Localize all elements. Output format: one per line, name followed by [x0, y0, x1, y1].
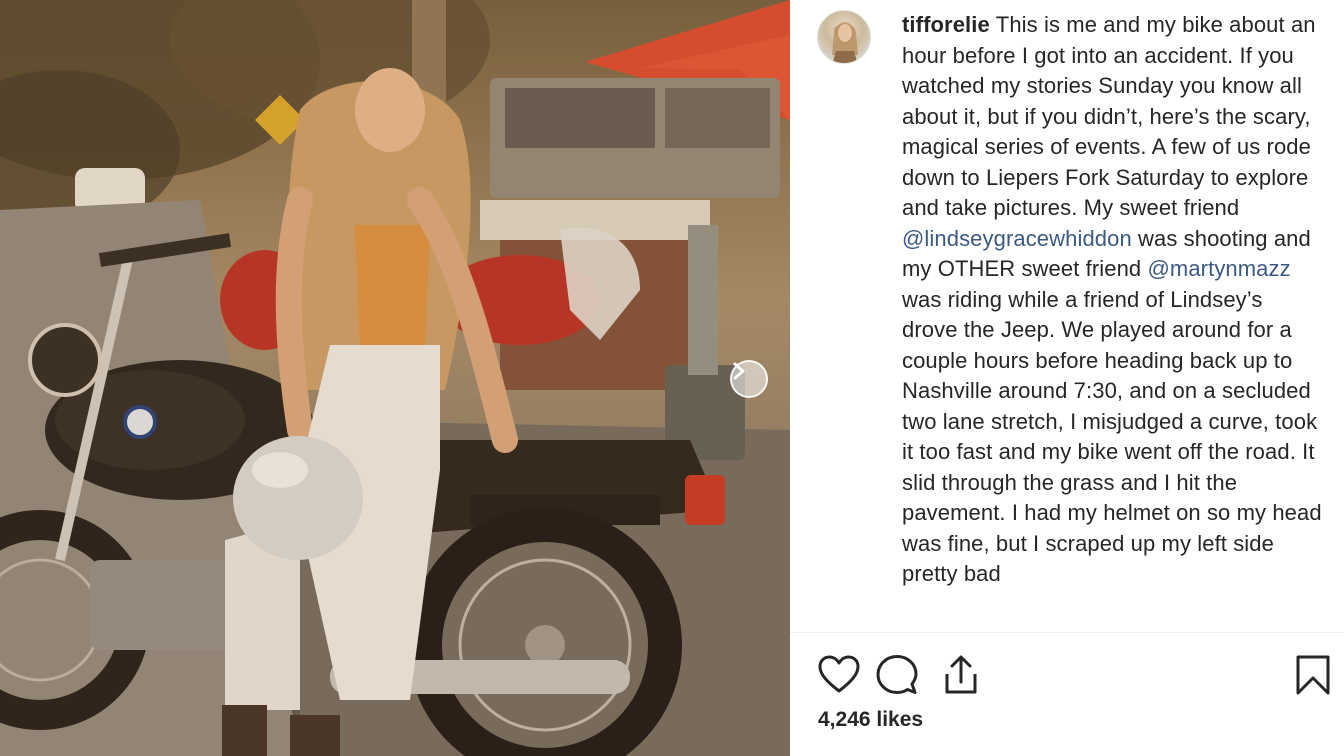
share-button[interactable] [938, 652, 984, 698]
caption-username[interactable]: tifforelie [902, 12, 990, 37]
comment-icon [876, 655, 918, 694]
save-button[interactable] [1290, 652, 1336, 698]
avatar[interactable] [817, 10, 871, 64]
photo-illustration [0, 0, 790, 756]
post-sidebar: tifforelie This is me and my bike about a… [790, 0, 1344, 756]
divider [790, 632, 1344, 633]
caption-text: This is me and my bike about an hour bef… [902, 12, 1316, 220]
chevron-right-icon [733, 362, 745, 380]
post-caption: tifforelie This is me and my bike about a… [902, 10, 1322, 630]
share-icon [945, 655, 977, 694]
bookmark-icon [1296, 655, 1330, 695]
post-photo [0, 0, 790, 756]
action-bar [816, 652, 1336, 700]
heart-icon [818, 655, 860, 693]
mention-link[interactable]: @martynmazz [1147, 256, 1290, 281]
avatar-image [832, 22, 858, 63]
caption-text: was riding while a friend of Lindsey’s d… [902, 286, 1322, 587]
comment-button[interactable] [874, 652, 920, 698]
likes-count[interactable]: 4,246 likes [818, 708, 923, 732]
mention-link[interactable]: @lindseygracewhiddon [902, 226, 1132, 251]
like-button[interactable] [816, 652, 862, 698]
carousel-next-button[interactable] [730, 360, 768, 398]
